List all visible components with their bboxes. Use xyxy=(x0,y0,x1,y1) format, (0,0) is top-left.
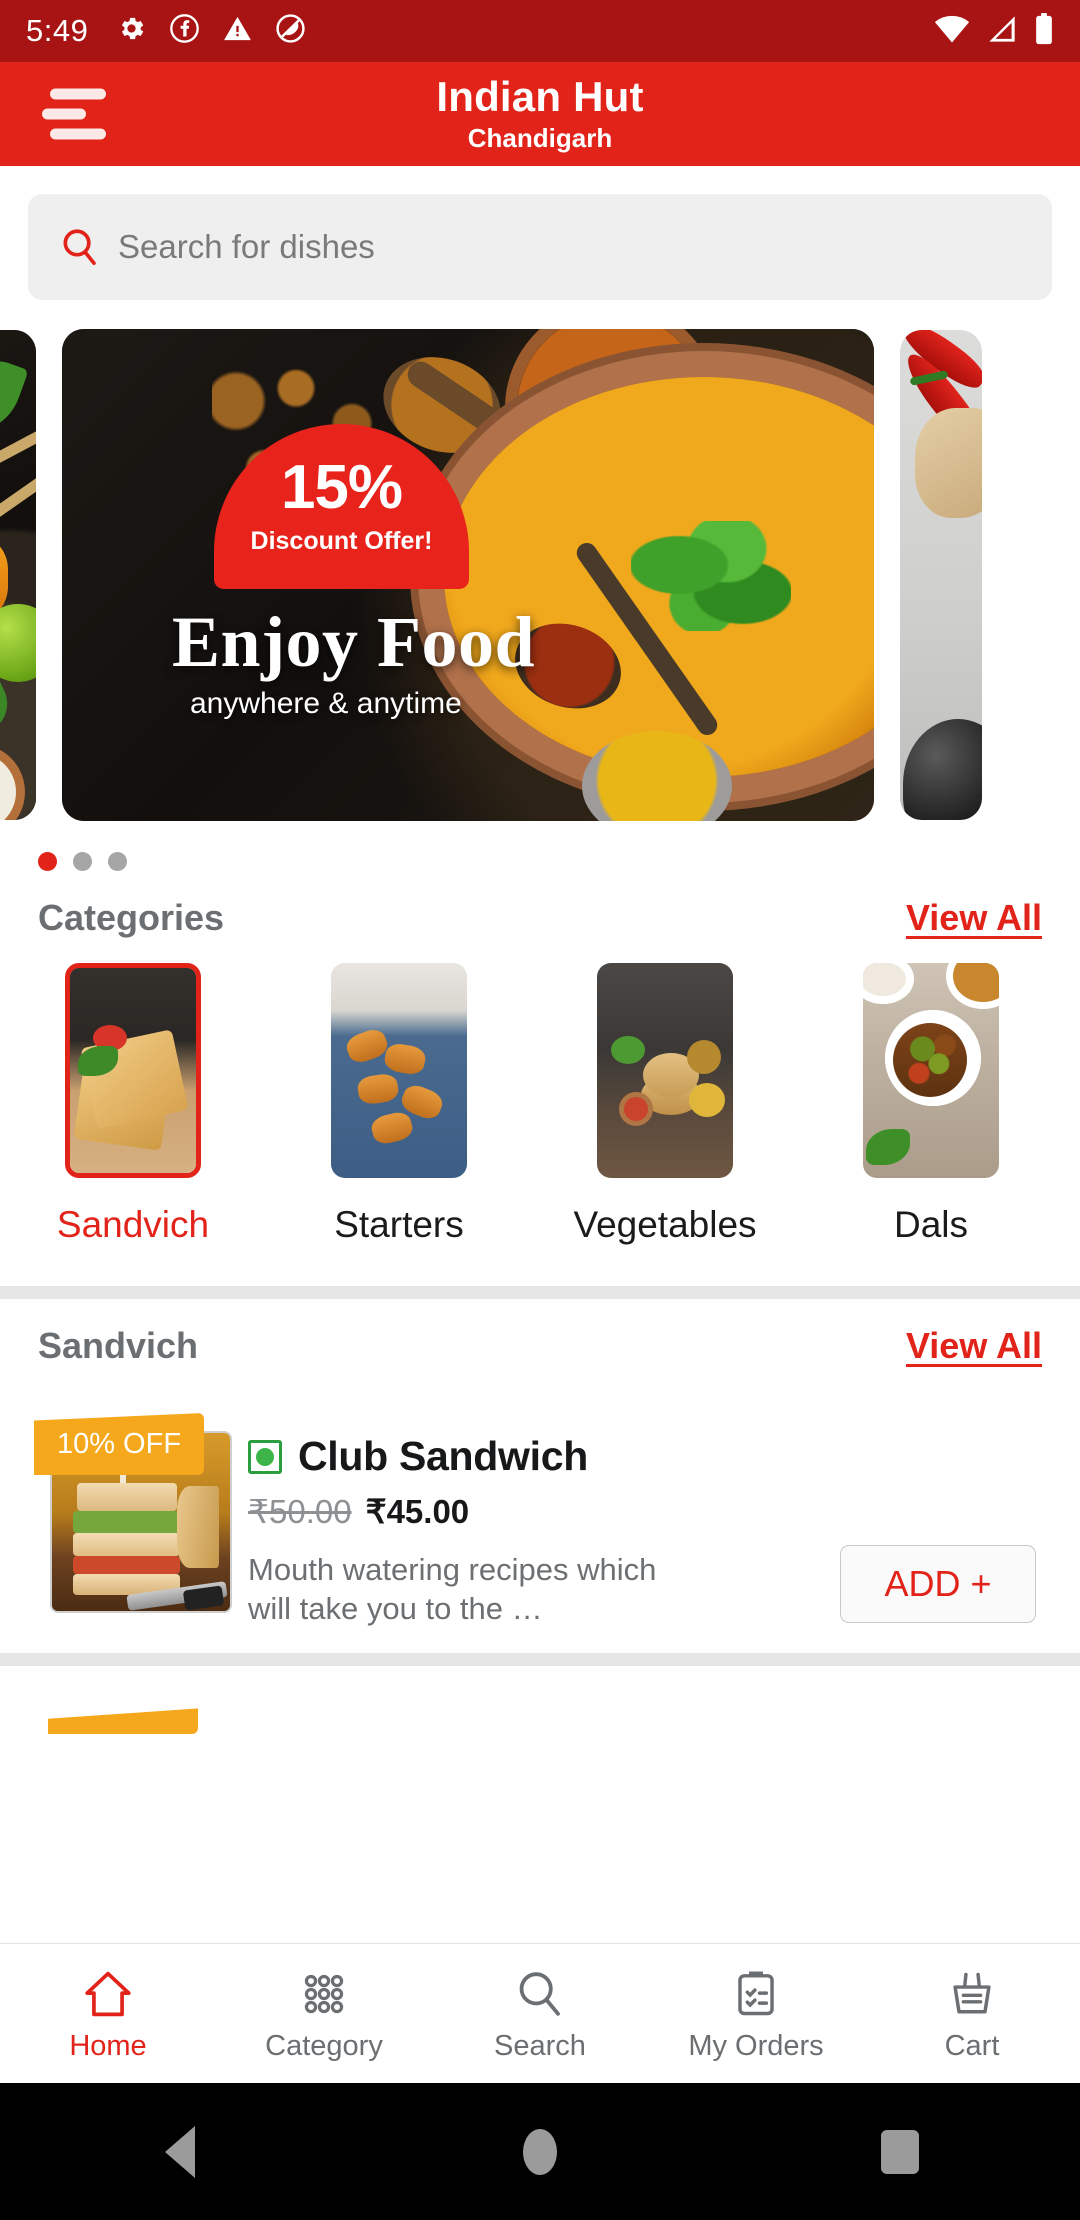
category-thumbnail xyxy=(597,963,733,1178)
promo-headline: Enjoy Food xyxy=(172,602,536,682)
nav-label: Search xyxy=(494,2029,586,2062)
category-label: Starters xyxy=(334,1204,464,1245)
page-title: Indian Hut xyxy=(436,73,644,121)
clipboard-check-icon xyxy=(727,1965,785,2023)
products-title: Sandvich xyxy=(38,1325,199,1366)
products-view-all-link[interactable]: View All xyxy=(906,1325,1042,1367)
app-screen: 5:49 Indian Hut Chandigarh Search for di… xyxy=(0,0,1080,2220)
app-bar-title-block: Indian Hut Chandigarh xyxy=(0,75,1080,152)
status-bar-notification-icons xyxy=(116,13,306,49)
search-icon xyxy=(58,225,102,269)
carousel-slide-current[interactable]: 15% Discount Offer! Enjoy Food anywhere … xyxy=(62,329,874,821)
app-bar: Indian Hut Chandigarh xyxy=(0,62,1080,166)
bottom-navigation: Home Category Search My Orders Cart xyxy=(0,1943,1080,2083)
do-not-disturb-icon xyxy=(275,13,306,49)
search-icon xyxy=(511,1965,569,2023)
carousel-dot-1[interactable] xyxy=(38,852,57,871)
grid-dots-icon xyxy=(295,1965,353,2023)
recents-button[interactable] xyxy=(820,2083,980,2220)
nav-item-home[interactable]: Home xyxy=(0,1965,216,2063)
veg-mark-icon xyxy=(248,1439,282,1474)
product-title-row: Club Sandwich xyxy=(248,1433,1046,1480)
carousel-slide-image: 15% Discount Offer! Enjoy Food anywhere … xyxy=(62,329,874,821)
category-item-dals[interactable]: Dals xyxy=(798,963,1064,1246)
carousel-slide-previous[interactable] xyxy=(0,330,36,820)
promo-subline: anywhere & anytime xyxy=(190,687,462,720)
status-bar: 5:49 xyxy=(0,0,1080,62)
carousel-dot-3[interactable] xyxy=(108,852,127,871)
back-button[interactable] xyxy=(100,2083,260,2220)
categories-title: Categories xyxy=(38,897,225,938)
category-item-starters[interactable]: Starters xyxy=(266,963,532,1246)
nav-label: Category xyxy=(265,2029,383,2062)
category-item-sandvich[interactable]: Sandvich xyxy=(0,963,266,1246)
search-section xyxy=(0,166,1080,320)
home-icon xyxy=(79,1965,137,2023)
categories-list: Sandvich Starters Vegetables Dals xyxy=(0,957,1080,1246)
category-label: Dals xyxy=(893,1204,969,1245)
search-bar[interactable] xyxy=(28,194,1052,300)
nav-item-cart[interactable]: Cart xyxy=(864,1965,1080,2063)
category-label: Sandvich xyxy=(56,1204,210,1245)
add-to-cart-button[interactable]: ADD + xyxy=(840,1545,1036,1623)
carousel-slide-image xyxy=(0,330,36,820)
hamburger-menu-icon[interactable] xyxy=(42,88,106,140)
product-card[interactable]: 10% OFF Club Sandwich ₹50.00 ₹45.00 Mout… xyxy=(0,1385,1080,1629)
discount-badge: 10% OFF xyxy=(34,1413,204,1475)
wifi-icon xyxy=(934,14,970,49)
carousel-dot-2[interactable] xyxy=(73,852,92,871)
promo-carousel[interactable]: 15% Discount Offer! Enjoy Food anywhere … xyxy=(0,320,1080,830)
nav-item-search[interactable]: Search xyxy=(432,1965,648,2063)
products-header: Sandvich View All xyxy=(0,1299,1080,1385)
promo-discount-percent: 15% xyxy=(280,453,403,522)
section-divider xyxy=(0,1286,1080,1299)
category-thumbnail xyxy=(863,963,999,1178)
home-button[interactable] xyxy=(460,2083,620,2220)
nav-item-category[interactable]: Category xyxy=(216,1965,432,2063)
gear-icon xyxy=(116,13,147,49)
warning-icon xyxy=(222,13,253,49)
product-description: Mouth watering recipes which will take y… xyxy=(248,1551,657,1627)
page-subtitle: Chandigarh xyxy=(467,123,613,154)
product-info: Club Sandwich ₹50.00 ₹45.00 Mouth wateri… xyxy=(244,1413,1046,1629)
product-price-row: ₹50.00 ₹45.00 xyxy=(248,1492,1046,1531)
status-bar-system-icons xyxy=(934,12,1054,50)
status-bar-clock: 5:49 xyxy=(26,13,89,48)
category-thumbnail xyxy=(331,963,467,1178)
signal-icon xyxy=(986,14,1018,49)
product-new-price: ₹45.00 xyxy=(365,1493,470,1530)
category-label: Vegetables xyxy=(573,1204,757,1245)
category-item-vegetables[interactable]: Vegetables xyxy=(532,963,798,1246)
product-bottom-row: Mouth watering recipes which will take y… xyxy=(248,1545,1046,1629)
facebook-icon xyxy=(169,13,200,49)
promo-discount-label: Discount Offer! xyxy=(250,527,433,555)
product-image-wrap: 10% OFF xyxy=(34,1413,244,1629)
section-divider-bottom xyxy=(0,1653,1080,1666)
search-input[interactable] xyxy=(118,228,1022,266)
carousel-page-indicator[interactable] xyxy=(0,830,1080,871)
product-old-price: ₹50.00 xyxy=(248,1493,352,1530)
battery-icon xyxy=(1034,12,1054,50)
nav-label: Home xyxy=(69,2029,147,2062)
carousel-slide-next[interactable] xyxy=(900,330,982,820)
category-thumbnail xyxy=(65,963,201,1178)
product-name: Club Sandwich xyxy=(298,1433,588,1479)
nav-label: Cart xyxy=(944,2029,1000,2062)
next-product-card-peek[interactable] xyxy=(0,1666,1080,1734)
nav-label: My Orders xyxy=(688,2029,824,2062)
android-navigation-bar xyxy=(0,2083,1080,2220)
basket-icon xyxy=(943,1965,1001,2023)
carousel-slide-image xyxy=(900,330,982,820)
categories-view-all-link[interactable]: View All xyxy=(906,897,1042,939)
discount-badge-next xyxy=(48,1708,198,1734)
nav-item-my-orders[interactable]: My Orders xyxy=(648,1965,864,2063)
categories-header: Categories View All xyxy=(0,871,1080,957)
